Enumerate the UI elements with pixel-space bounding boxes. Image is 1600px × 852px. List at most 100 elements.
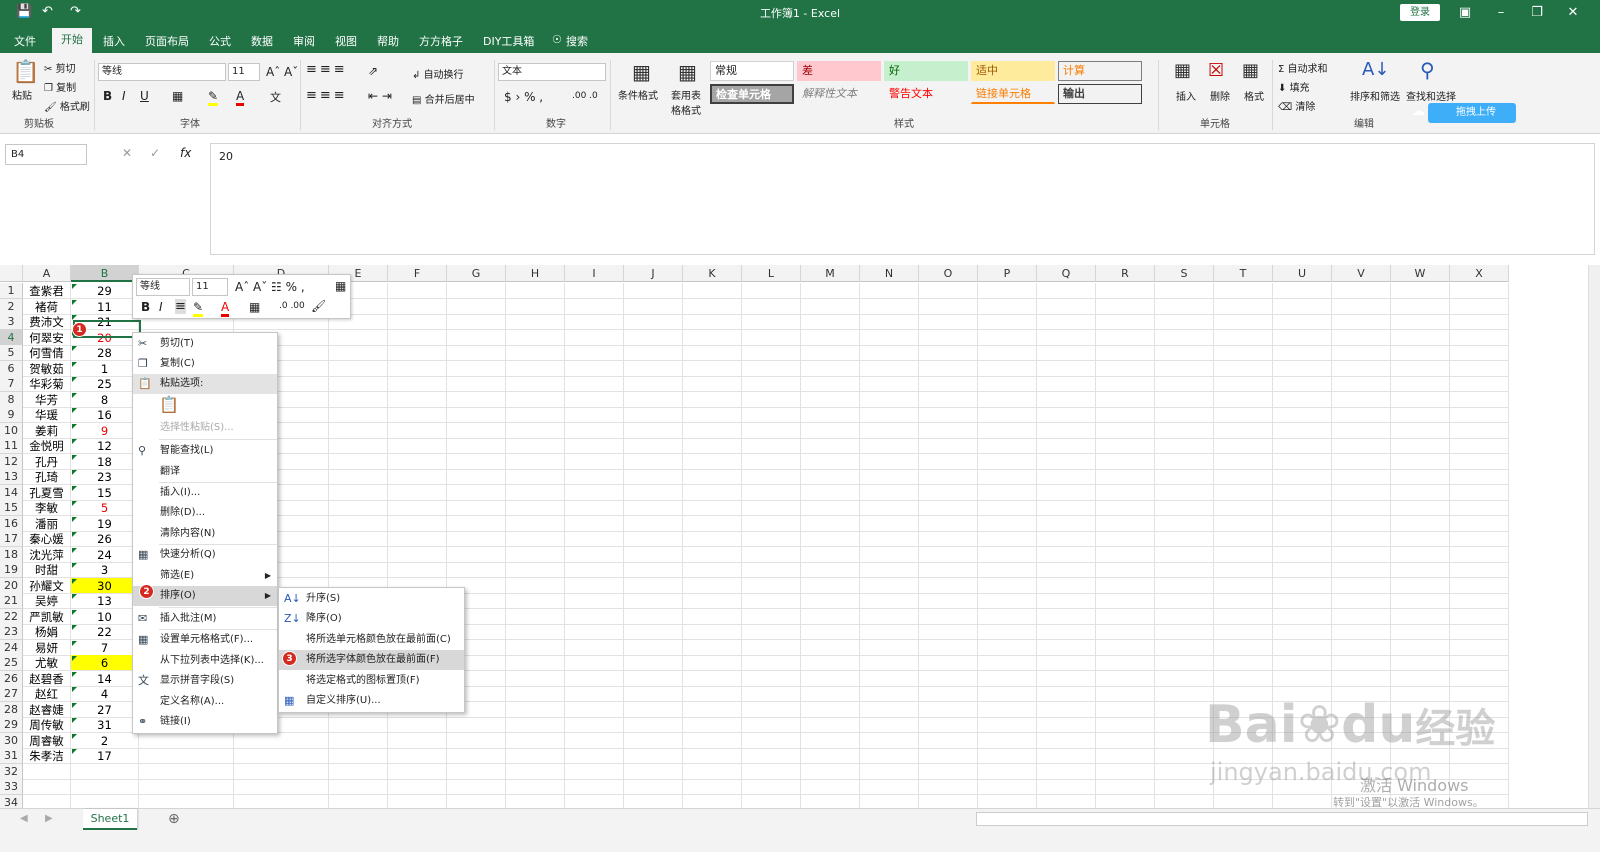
cell-empty[interactable] — [683, 298, 742, 315]
cell-empty[interactable] — [565, 655, 624, 671]
cell-empty[interactable] — [447, 422, 506, 439]
cell-empty[interactable] — [1155, 314, 1214, 330]
cell-empty[interactable] — [1096, 577, 1155, 594]
cell-empty[interactable] — [919, 453, 978, 470]
menu-paste-special[interactable]: 选择性粘贴(S)... — [133, 418, 277, 438]
cell-empty[interactable] — [683, 748, 742, 764]
cell-empty[interactable] — [1037, 608, 1096, 625]
cell-empty[interactable] — [978, 624, 1037, 640]
cell-empty[interactable] — [624, 453, 683, 470]
cell-empty[interactable] — [506, 345, 565, 361]
cell-empty[interactable] — [1096, 608, 1155, 625]
menu-clear[interactable]: 清除内容(N) — [133, 524, 277, 544]
cell-empty[interactable] — [978, 329, 1037, 346]
insert-cells-label[interactable]: 插入 — [1176, 88, 1196, 103]
cell-empty[interactable] — [329, 515, 388, 532]
cell-score[interactable]: 14 — [71, 670, 139, 687]
delete-cells-label[interactable]: 删除 — [1210, 88, 1230, 103]
column-header[interactable]: H — [506, 265, 565, 282]
cell-empty[interactable] — [624, 701, 683, 718]
cell-empty[interactable] — [1450, 422, 1509, 439]
cell-empty[interactable] — [860, 779, 919, 795]
cell-empty[interactable] — [919, 655, 978, 671]
currency-icon[interactable]: $ › % , — [504, 90, 543, 104]
cell-empty[interactable] — [1096, 469, 1155, 485]
cell-empty[interactable] — [329, 391, 388, 408]
cell-empty[interactable] — [1037, 717, 1096, 733]
cell-empty[interactable] — [683, 531, 742, 547]
menu-define-name[interactable]: 定义名称(A)... — [133, 692, 277, 712]
cell-empty[interactable] — [860, 531, 919, 547]
menu-sort[interactable]: 排序(O) ▶ — [133, 586, 277, 606]
cell-empty[interactable] — [1450, 345, 1509, 361]
cell-empty[interactable] — [1214, 577, 1273, 594]
cell-empty[interactable] — [919, 624, 978, 640]
cell-empty[interactable] — [1096, 624, 1155, 640]
cell-empty[interactable] — [506, 670, 565, 687]
cell-name[interactable]: 朱孝洁 — [23, 748, 71, 764]
cell-empty[interactable] — [329, 779, 388, 795]
cell-empty[interactable] — [683, 593, 742, 609]
column-header[interactable]: V — [1332, 265, 1391, 282]
mini-align-icon[interactable]: ≡ — [175, 299, 186, 314]
cell-score[interactable]: 12 — [71, 438, 139, 454]
style-output[interactable]: 输出 — [1058, 84, 1142, 104]
cell-empty[interactable] — [1273, 593, 1332, 609]
cell-empty[interactable] — [447, 438, 506, 454]
cell-score[interactable]: 23 — [71, 469, 139, 485]
cell-empty[interactable] — [1037, 670, 1096, 687]
cell-empty[interactable] — [565, 469, 624, 485]
cell-empty[interactable] — [1273, 531, 1332, 547]
cell-empty[interactable] — [1037, 655, 1096, 671]
cell-empty[interactable] — [565, 500, 624, 516]
login-button[interactable]: 登录 — [1400, 4, 1440, 21]
cell-empty[interactable] — [388, 469, 447, 485]
cell-empty[interactable] — [683, 562, 742, 578]
cell-empty[interactable] — [624, 391, 683, 408]
cell-empty[interactable] — [139, 748, 234, 764]
cell-empty[interactable] — [1096, 314, 1155, 330]
cell-empty[interactable] — [329, 562, 388, 578]
cell-empty[interactable] — [506, 562, 565, 578]
cell-empty[interactable] — [742, 686, 801, 702]
row-header[interactable]: 15 — [0, 500, 23, 516]
cell-empty[interactable] — [388, 500, 447, 516]
cell-empty[interactable] — [1214, 407, 1273, 423]
cell-empty[interactable] — [565, 484, 624, 501]
submenu-cell-color-top[interactable]: 将所选单元格颜色放在最前面(C) — [279, 630, 464, 650]
cell-empty[interactable] — [1037, 469, 1096, 485]
column-header[interactable]: I — [565, 265, 624, 282]
cell-name[interactable]: 何雪倩 — [23, 345, 71, 361]
cell-empty[interactable] — [919, 639, 978, 656]
tab-file[interactable]: 文件 — [14, 33, 36, 49]
cell-empty[interactable] — [1096, 593, 1155, 609]
cell-empty[interactable] — [978, 283, 1037, 299]
cell-empty[interactable] — [1450, 670, 1509, 687]
cell-empty[interactable] — [1391, 283, 1450, 299]
cell-empty[interactable] — [624, 686, 683, 702]
row-header[interactable]: 31 — [0, 748, 23, 764]
cell-empty[interactable] — [1096, 422, 1155, 439]
cell-empty[interactable] — [624, 531, 683, 547]
cell-empty[interactable] — [1214, 345, 1273, 361]
cell-empty[interactable] — [860, 469, 919, 485]
cell-empty[interactable] — [683, 670, 742, 687]
cell-empty[interactable] — [683, 701, 742, 718]
menu-pick-list[interactable]: 从下拉列表中选择(K)... — [133, 651, 277, 671]
cell-empty[interactable] — [388, 345, 447, 361]
mini-font-color-icon[interactable]: A — [221, 300, 230, 317]
clear-button[interactable]: ⌫ 清除 — [1278, 98, 1315, 113]
cell-empty[interactable] — [742, 531, 801, 547]
cell-empty[interactable] — [919, 515, 978, 532]
cell-empty[interactable] — [506, 314, 565, 330]
cell-empty[interactable] — [742, 562, 801, 578]
cell-empty[interactable] — [978, 779, 1037, 795]
menu-delete[interactable]: 删除(D)... — [133, 503, 277, 523]
orientation-icon[interactable]: ⇗ — [368, 64, 378, 78]
cell-empty[interactable] — [506, 546, 565, 563]
cell-empty[interactable] — [1037, 422, 1096, 439]
cell-empty[interactable] — [742, 422, 801, 439]
row-header[interactable]: 3 — [0, 314, 23, 330]
fill-button[interactable]: ⬇ 填充 — [1278, 79, 1310, 94]
cell-empty[interactable] — [683, 283, 742, 299]
